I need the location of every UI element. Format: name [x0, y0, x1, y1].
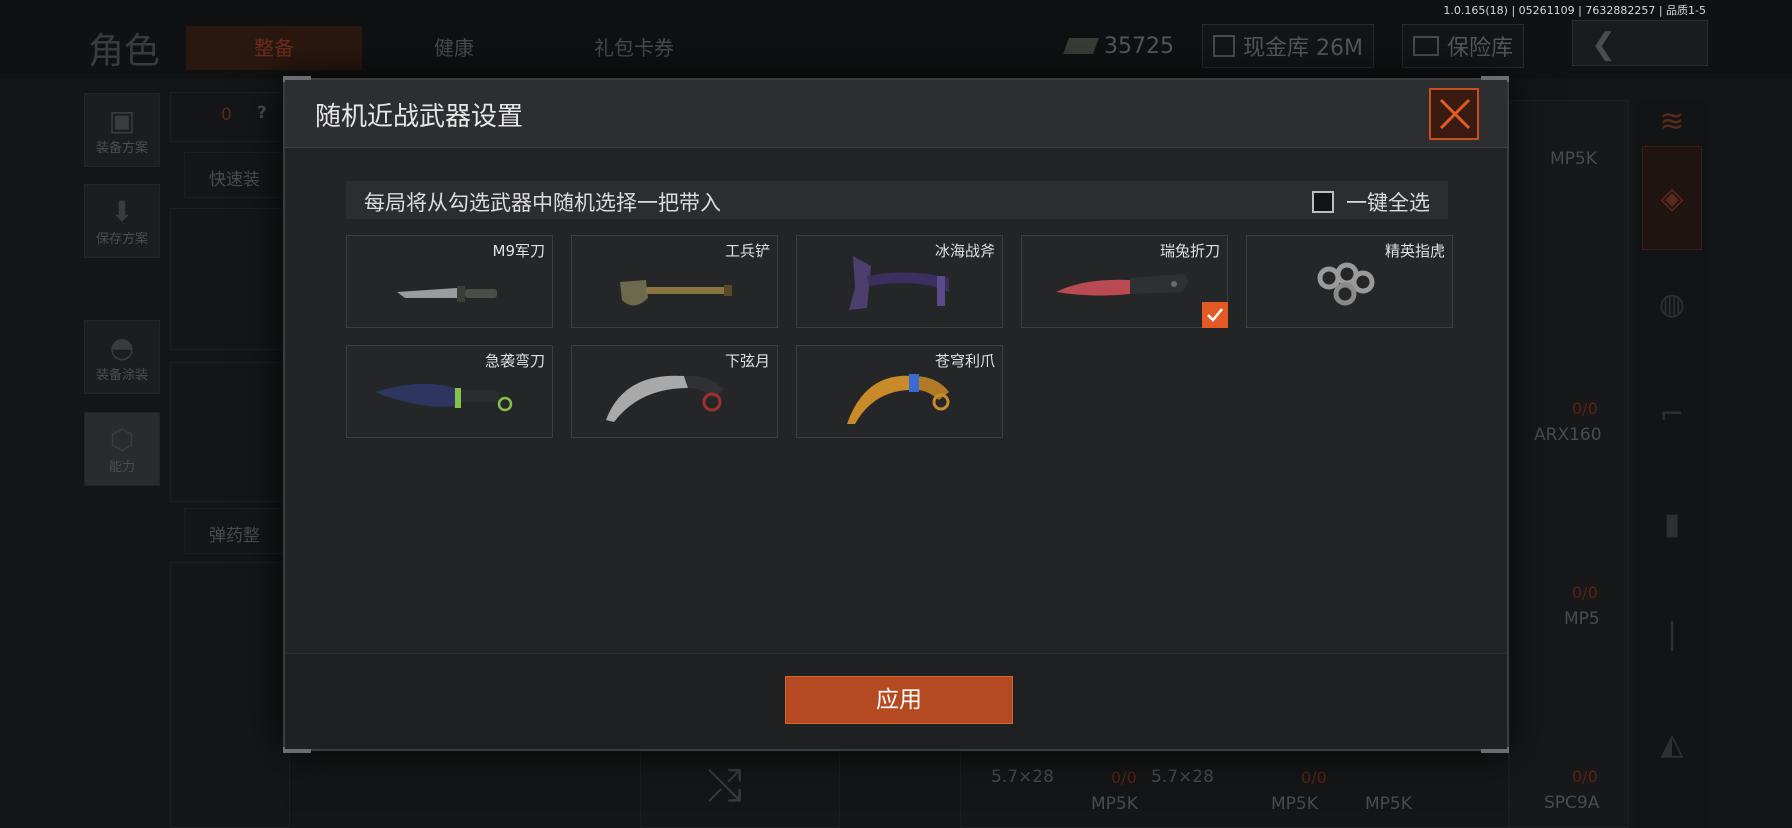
- dialog-title: 随机近战武器设置: [315, 102, 524, 132]
- currency-value: 35725: [1104, 33, 1174, 59]
- weapon-label: SPC9A: [1544, 793, 1600, 813]
- weapon-card-m9[interactable]: M9军刀: [346, 235, 553, 328]
- karambit-icon: [606, 375, 724, 422]
- ability-icon: ⬡: [109, 423, 135, 456]
- tab-health[interactable]: 健康: [366, 26, 542, 70]
- ammo-count: 0/0: [1572, 767, 1598, 786]
- info-bar: 每局将从勾选武器中随机选择一把带入 一键全选: [346, 181, 1448, 219]
- sidebar-item-skins[interactable]: ◓ 装备涂装: [84, 320, 160, 394]
- bayonet-icon: [397, 286, 497, 302]
- quick-equip-label: 快速装: [209, 170, 260, 190]
- ammo-bar: 5.7×28 0/0 5.7×28 0/0 MP5K MP5K MP5K: [960, 751, 1509, 828]
- dialog-header: 随机近战武器设置: [285, 80, 1507, 148]
- close-icon: [1439, 98, 1471, 130]
- dialog-footer: 应用: [285, 653, 1507, 749]
- equipment-slot[interactable]: [170, 362, 290, 502]
- equipment-slot[interactable]: [170, 562, 290, 828]
- bullet-icon[interactable]: ❘: [1642, 590, 1702, 680]
- back-button[interactable]: ❮: [1572, 20, 1708, 66]
- weapon-label: MP5K: [1365, 794, 1412, 814]
- weapon-card-machete[interactable]: 急袭弯刀: [346, 345, 553, 438]
- attachment-icon[interactable]: ◭: [1642, 700, 1702, 790]
- claw-icon: [847, 374, 950, 424]
- knuckles-icon: [1317, 262, 1375, 306]
- sidebar-item-save-loadout[interactable]: ⬇ 保存方案: [84, 184, 160, 258]
- layers-icon[interactable]: ◈: [1642, 146, 1702, 250]
- ammo-type: 5.7×28: [991, 767, 1054, 787]
- magazine-icon[interactable]: ▮: [1642, 480, 1702, 570]
- weapon-card-shovel[interactable]: 工兵铲: [571, 235, 778, 328]
- sidebar-item-label: 装备方案: [95, 141, 148, 156]
- select-all-toggle[interactable]: 一键全选: [1312, 187, 1430, 217]
- sidebar-item-ability[interactable]: ⬡ 能力: [84, 412, 160, 486]
- tab-equip[interactable]: 整备: [186, 26, 362, 70]
- safe-vault-label: 保险库: [1447, 36, 1514, 61]
- weapon-card-rabbit-knife[interactable]: 瑞兔折刀: [1021, 235, 1228, 328]
- currency-display: 35725: [1056, 24, 1184, 68]
- shuffle-icon: ⤭: [707, 760, 743, 811]
- weapon-card-ice-axe[interactable]: 冰海战斧: [796, 235, 1003, 328]
- weapon-label: MP5K: [1271, 794, 1318, 814]
- cash-vault-label: 现金库 26M: [1243, 36, 1363, 61]
- axe-icon: [849, 256, 949, 310]
- ammo-count: 0/0: [1111, 768, 1137, 787]
- safe-icon: [1413, 36, 1439, 56]
- machete-icon: [375, 383, 513, 412]
- backpack-count: 0: [221, 105, 232, 125]
- version-text: 1.0.165(18) | 05261109 | 7632882257 | 品质…: [1443, 4, 1706, 17]
- weapon-card-knuckles[interactable]: 精英指虎: [1246, 235, 1453, 328]
- cash-bundle-icon: [1063, 38, 1099, 54]
- top-bar: 1.0.165(18) | 05261109 | 7632882257 | 品质…: [0, 0, 1792, 78]
- cash-vault-button[interactable]: 现金库 26M: [1202, 24, 1374, 68]
- right-category-bar: ≋ ◈ ◍ ⌐ ▮ ❘ ◭: [1636, 100, 1708, 828]
- vest-icon: ▣: [108, 104, 136, 137]
- weapon-card-sky-claw[interactable]: 苍穹利爪: [796, 345, 1003, 438]
- tab-stack-icon[interactable]: ≋: [1642, 104, 1702, 140]
- weapon-label: MP5K: [1091, 794, 1138, 814]
- help-icon[interactable]: ?: [257, 103, 267, 123]
- safe-vault-button[interactable]: 保险库: [1402, 24, 1525, 68]
- apply-button[interactable]: 应用: [785, 676, 1013, 724]
- weapon-label: ARX160: [1534, 425, 1602, 445]
- quick-equip-button[interactable]: 快速装: [184, 152, 290, 198]
- tab-gift-vouchers[interactable]: 礼包卡券: [546, 26, 722, 70]
- ammo-sort-button[interactable]: 弹药整: [184, 508, 290, 554]
- helmet-icon: ◓: [109, 331, 135, 364]
- shuffle-button[interactable]: ⤭: [640, 751, 840, 828]
- shovel-icon: [620, 280, 732, 306]
- page-title: 角色: [88, 31, 161, 72]
- weapon-label: MP5K: [1550, 149, 1597, 169]
- folding-knife-icon: [1056, 274, 1188, 296]
- info-text: 每局将从勾选武器中随机选择一把带入: [364, 191, 721, 215]
- rifle-icon[interactable]: ⌐: [1642, 370, 1702, 460]
- ammo-count: 0/0: [1572, 583, 1598, 602]
- ammo-sort-label: 弹药整: [209, 526, 260, 546]
- weapon-card-crescent[interactable]: 下弦月: [571, 345, 778, 438]
- select-all-label: 一键全选: [1346, 191, 1430, 215]
- random-melee-dialog: 随机近战武器设置 每局将从勾选武器中随机选择一把带入 一键全选 M9军刀 工兵铲…: [283, 76, 1509, 753]
- selected-check: [1202, 302, 1228, 328]
- sidebar-item-label: 保存方案: [95, 232, 148, 247]
- sidebar-item-loadout[interactable]: ▣ 装备方案: [84, 93, 160, 167]
- sidebar-item-label: 装备涂装: [95, 368, 148, 383]
- inventory-count-panel: 0 ?: [170, 92, 290, 142]
- gear-bag-icon[interactable]: ◍: [1642, 260, 1702, 350]
- ammo-count: 0/0: [1572, 399, 1598, 418]
- weapon-label: MP5: [1564, 609, 1600, 629]
- close-button[interactable]: [1429, 88, 1479, 140]
- check-icon: [1207, 308, 1223, 322]
- vault-icon: [1213, 35, 1235, 57]
- select-all-checkbox[interactable]: [1312, 191, 1334, 213]
- download-icon: ⬇: [110, 195, 134, 228]
- weapon-column: MP5K 0/0 ARX160 0/0 MP5 0/0 SPC9A: [1509, 100, 1629, 828]
- ammo-type: 5.7×28: [1151, 767, 1214, 787]
- equipment-slot[interactable]: [170, 208, 290, 350]
- sidebar-item-label: 能力: [108, 460, 135, 475]
- ammo-count: 0/0: [1301, 768, 1327, 787]
- back-arrow-icon: ❮: [1591, 27, 1617, 62]
